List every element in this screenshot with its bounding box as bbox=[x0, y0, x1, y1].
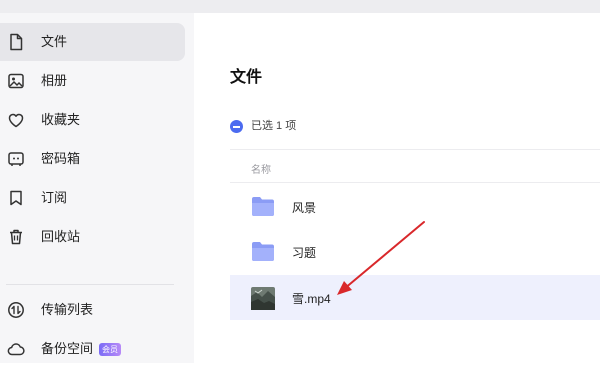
table-row[interactable]: 风景 bbox=[230, 184, 600, 229]
column-header: 名称 bbox=[230, 149, 600, 183]
trash-icon bbox=[7, 228, 25, 246]
column-name-header[interactable]: 名称 bbox=[251, 161, 271, 176]
bookmark-icon bbox=[7, 189, 25, 207]
sidebar-item-backup[interactable]: 备份空间 bbox=[0, 330, 185, 368]
table-row[interactable]: 雪.mp4 bbox=[230, 275, 600, 320]
video-thumbnail bbox=[251, 287, 275, 310]
photo-icon bbox=[7, 72, 25, 90]
folder-icon bbox=[251, 196, 275, 217]
folder-icon bbox=[251, 241, 275, 262]
sidebar-divider bbox=[6, 284, 174, 285]
deselect-all-toggle[interactable] bbox=[230, 120, 243, 133]
file-name: 习题 bbox=[292, 246, 317, 260]
selection-count: 已选 1 项 bbox=[251, 120, 297, 132]
window-top-bar bbox=[0, 0, 600, 13]
page-title: 文件 bbox=[230, 69, 263, 86]
sidebar-item-label: 回收站 bbox=[41, 229, 81, 244]
safe-icon bbox=[7, 150, 25, 168]
sidebar-item-trash[interactable]: 回收站 bbox=[0, 218, 185, 256]
heart-icon bbox=[7, 111, 25, 129]
sidebar-item-label: 相册 bbox=[41, 73, 68, 88]
file-icon bbox=[7, 33, 25, 51]
sidebar-item-photos[interactable]: 相册 bbox=[0, 62, 185, 100]
member-badge: 会员 bbox=[99, 343, 121, 356]
sidebar-item-subscriptions[interactable]: 订阅 bbox=[0, 179, 185, 217]
sidebar-item-safe[interactable]: 密码箱 bbox=[0, 140, 185, 178]
sidebar-item-label: 备份空间 bbox=[41, 341, 94, 356]
table-row[interactable]: 习题 bbox=[230, 229, 600, 274]
sidebar-item-favorites[interactable]: 收藏夹 bbox=[0, 101, 185, 139]
main-panel: 文件 已选 1 项 名称 风景 习题 雪.mp4 bbox=[194, 13, 600, 363]
sidebar-item-files[interactable]: 文件 bbox=[0, 23, 185, 61]
sidebar-item-label: 订阅 bbox=[41, 190, 68, 205]
transfer-icon bbox=[7, 301, 25, 319]
sidebar: 文件 相册 收藏夹 密码箱 订阅 回收站 传输列表 备份空间 bbox=[0, 13, 194, 363]
file-name: 风景 bbox=[292, 201, 317, 215]
sidebar-item-label: 传输列表 bbox=[41, 302, 94, 317]
sidebar-item-label: 密码箱 bbox=[41, 151, 81, 166]
sidebar-item-label: 文件 bbox=[41, 34, 68, 49]
cloud-icon bbox=[7, 340, 25, 358]
file-name: 雪.mp4 bbox=[292, 292, 331, 306]
sidebar-item-label: 收藏夹 bbox=[41, 112, 81, 127]
sidebar-item-transfers[interactable]: 传输列表 bbox=[0, 291, 185, 329]
